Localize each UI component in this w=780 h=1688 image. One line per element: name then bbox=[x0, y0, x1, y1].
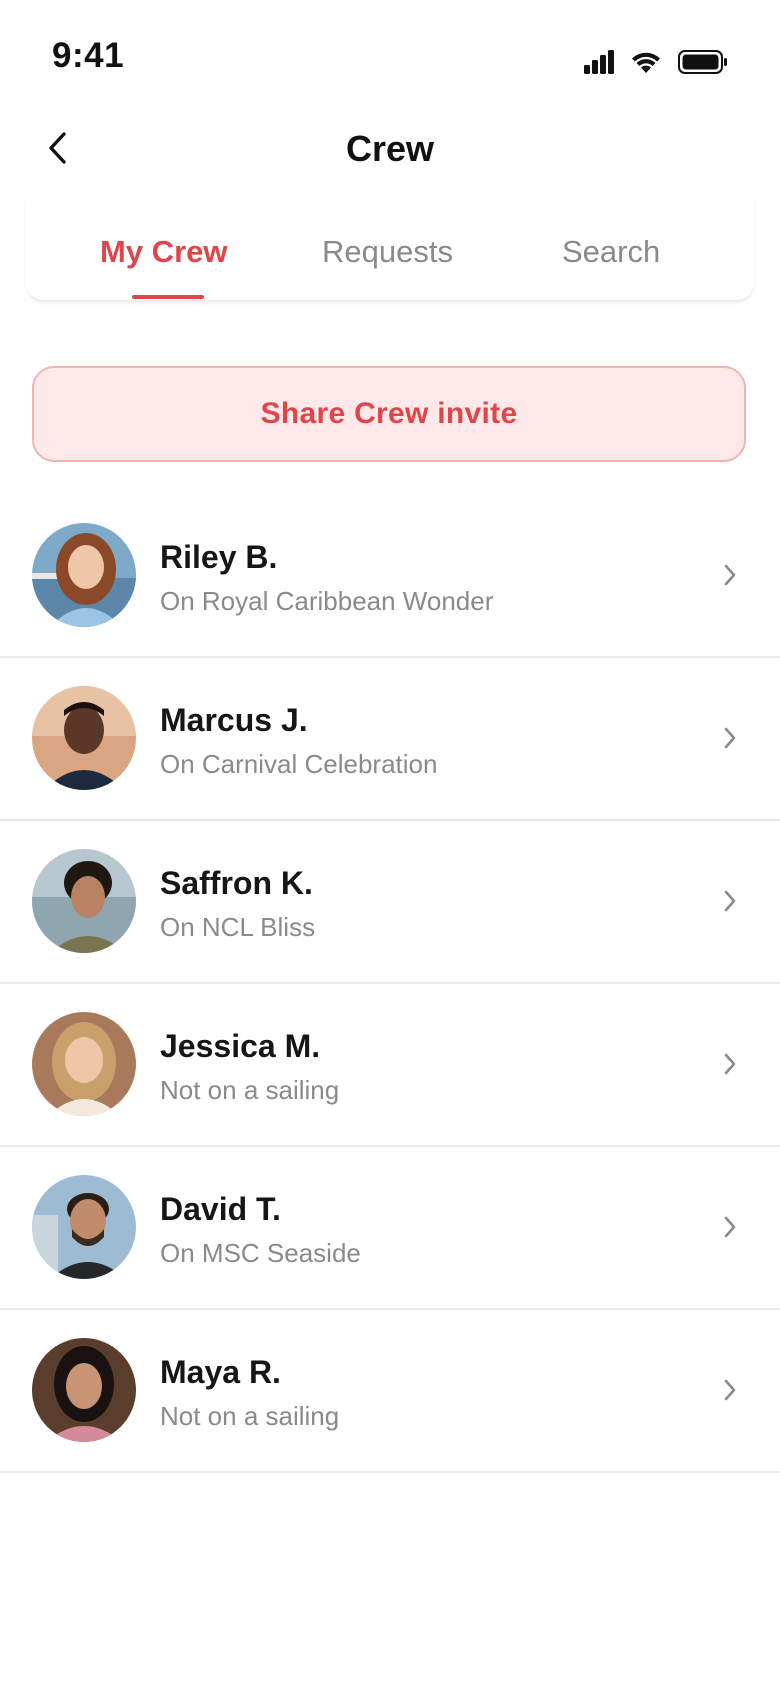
chevron-right-icon bbox=[718, 722, 742, 754]
chevron-right-icon bbox=[718, 1374, 742, 1406]
avatar bbox=[32, 1175, 136, 1279]
cellular-signal-icon bbox=[584, 50, 614, 74]
chevron-right-icon bbox=[718, 1211, 742, 1243]
header: Crew bbox=[0, 110, 780, 190]
crew-status: On Carnival Celebration bbox=[160, 749, 438, 779]
crew-name: Jessica M. bbox=[160, 1028, 321, 1064]
crew-list-item[interactable]: Marcus J. On Carnival Celebration bbox=[0, 658, 780, 821]
crew-status: On NCL Bliss bbox=[160, 912, 316, 942]
crew-list-item[interactable]: David T. On MSC Seaside bbox=[0, 1147, 780, 1310]
tab-my-crew[interactable]: My Crew bbox=[100, 234, 227, 270]
crew-name: Maya R. bbox=[160, 1354, 281, 1390]
crew-status: Not on a sailing bbox=[160, 1401, 340, 1431]
tab-bar: My Crew Requests Search bbox=[26, 200, 754, 301]
chevron-right-icon bbox=[718, 1048, 742, 1080]
status-icons bbox=[584, 50, 728, 74]
crew-list: Riley B. On Royal Caribbean Wonder Marcu… bbox=[0, 495, 780, 1473]
status-time: 9:41 bbox=[52, 36, 125, 75]
avatar bbox=[32, 1012, 136, 1116]
crew-status: On Royal Caribbean Wonder bbox=[160, 586, 494, 616]
crew-list-item[interactable]: Jessica M. Not on a sailing bbox=[0, 984, 780, 1147]
crew-list-item[interactable]: Riley B. On Royal Caribbean Wonder bbox=[0, 495, 780, 658]
tab-search[interactable]: Search bbox=[562, 234, 660, 270]
avatar bbox=[32, 523, 136, 627]
active-tab-indicator bbox=[132, 295, 204, 299]
status-bar: 9:41 bbox=[0, 0, 780, 110]
tab-requests[interactable]: Requests bbox=[322, 234, 453, 270]
chevron-right-icon bbox=[718, 885, 742, 917]
crew-status: Not on a sailing bbox=[160, 1075, 340, 1105]
crew-list-item[interactable]: Saffron K. On NCL Bliss bbox=[0, 821, 780, 984]
avatar bbox=[32, 849, 136, 953]
crew-name: Riley B. bbox=[160, 539, 278, 575]
wifi-icon bbox=[630, 51, 662, 73]
battery-icon bbox=[678, 50, 728, 74]
page-title: Crew bbox=[345, 128, 435, 169]
avatar bbox=[32, 1338, 136, 1442]
crew-status: On MSC Seaside bbox=[160, 1238, 361, 1268]
chevron-right-icon bbox=[718, 559, 742, 591]
crew-name: Saffron K. bbox=[160, 865, 313, 901]
crew-name: David T. bbox=[160, 1191, 281, 1227]
crew-list-item[interactable]: Maya R. Not on a sailing bbox=[0, 1310, 780, 1473]
crew-name: Marcus J. bbox=[160, 702, 308, 738]
avatar bbox=[32, 686, 136, 790]
share-crew-invite-button[interactable]: Share Crew invite bbox=[32, 366, 746, 462]
